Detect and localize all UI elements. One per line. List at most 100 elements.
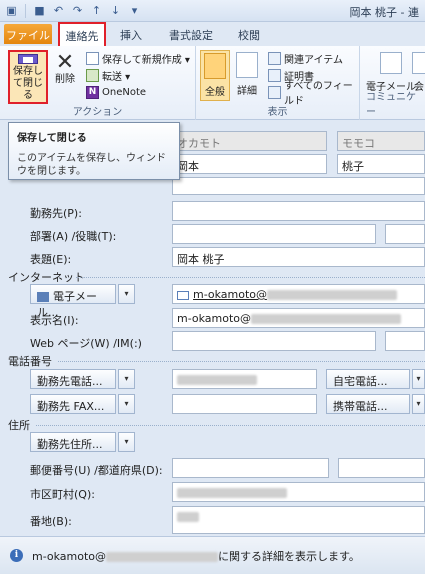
last-name-field[interactable]: 岡本 xyxy=(172,154,327,174)
email-domain-redacted xyxy=(267,290,398,300)
business-address-button[interactable]: 勤務先住所... xyxy=(30,432,116,452)
name-extra-field[interactable] xyxy=(172,177,425,195)
view-general-button[interactable]: 全般 xyxy=(200,50,230,101)
company-label: 勤務先(P): xyxy=(30,207,82,220)
street-field[interactable] xyxy=(172,506,425,534)
display-name-label: 表示名(I): xyxy=(30,314,79,327)
onenote-icon: N xyxy=(86,85,99,99)
status-suffix: に関する詳細を表示します。 xyxy=(218,550,360,563)
all-fields-icon xyxy=(268,85,281,99)
tooltip-body: このアイテムを保存し、ウィンドウを閉じます。 xyxy=(17,153,166,177)
home-phone-button[interactable]: 自宅電話... xyxy=(326,369,410,389)
street-label: 番地(B): xyxy=(30,515,72,528)
company-field[interactable] xyxy=(172,201,425,221)
save-and-close-button[interactable]: 保存して閉じる xyxy=(8,50,48,104)
postal-code-field[interactable] xyxy=(172,458,329,478)
customize-qat-icon[interactable]: ▾ xyxy=(127,3,142,18)
tooltip-title: 保存して閉じる xyxy=(17,133,87,144)
city-redacted xyxy=(177,488,287,498)
web-page-label: Web ページ(W) /IM(:) xyxy=(30,337,142,350)
up-arrow-icon[interactable]: ↑ xyxy=(89,3,104,18)
business-fax-dropdown-arrow[interactable]: ▾ xyxy=(118,394,135,414)
redo-icon[interactable]: ↷ xyxy=(70,3,85,18)
business-fax-button[interactable]: 勤務先 FAX... xyxy=(30,394,116,414)
business-phone-button[interactable]: 勤務先電話... xyxy=(30,369,116,389)
view-details-label: 詳細 xyxy=(237,86,257,97)
view-general-label: 全般 xyxy=(205,87,225,98)
address-card-icon xyxy=(37,292,49,302)
details-icon xyxy=(236,52,258,78)
email-dropdown-arrow[interactable]: ▾ xyxy=(118,284,135,304)
down-arrow-icon[interactable]: ↓ xyxy=(108,3,123,18)
business-fax-field[interactable] xyxy=(172,394,317,414)
mobile-phone-dropdown-arrow[interactable]: ▾ xyxy=(412,394,425,414)
street-redacted xyxy=(177,512,199,522)
group-view-label: 表示 xyxy=(267,107,288,118)
tab-insert[interactable]: 挿入 xyxy=(112,24,150,44)
view-details-button[interactable]: 詳細 xyxy=(236,52,258,97)
group-communicate-label: コミュニケー xyxy=(366,92,416,118)
mail-icon xyxy=(177,290,189,300)
postal-code-label: 郵便番号(U) /都道府県(D): xyxy=(30,464,163,477)
home-phone-dropdown-arrow[interactable]: ▾ xyxy=(412,369,425,389)
save-close-label: 保存して閉じる xyxy=(13,66,43,101)
app-menu-icon[interactable]: ▣ xyxy=(4,3,19,18)
qat-separator xyxy=(25,3,26,18)
related-label: 関連アイテム xyxy=(284,54,343,66)
business-address-dropdown-arrow[interactable]: ▾ xyxy=(118,432,135,452)
section-internet-divider xyxy=(76,277,425,278)
meeting-button[interactable]: 会 xyxy=(412,52,425,93)
file-as-field[interactable]: 岡本 桃子 xyxy=(172,247,425,267)
forward-label: 転送 ▾ xyxy=(102,71,131,83)
section-phone: 電話番号 xyxy=(8,355,52,368)
email-icon xyxy=(380,52,402,74)
related-items-button[interactable]: 関連アイテム xyxy=(268,50,343,66)
delete-label: 削除 xyxy=(55,74,75,85)
save-and-new-button[interactable]: 保存して新規作成 ▾ xyxy=(86,50,190,66)
display-name-redacted xyxy=(251,314,402,324)
delete-button[interactable]: ✕ 削除 xyxy=(52,52,78,86)
section-internet: インターネット xyxy=(8,271,85,284)
group-view: 全般 詳細 関連アイテム 証明書 すべてのフィールド 表示 xyxy=(196,46,360,120)
job-title-field[interactable] xyxy=(385,224,425,244)
undo-icon[interactable]: ↶ xyxy=(51,3,66,18)
business-phone-redacted xyxy=(177,375,257,385)
email-field[interactable]: m-okamoto@ xyxy=(172,284,425,304)
department-label: 部署(A) /役職(T): xyxy=(30,230,117,243)
department-field[interactable] xyxy=(172,224,376,244)
status-bar: i m-okamoto@ に関する詳細を表示します。 xyxy=(0,536,425,574)
tab-file[interactable]: ファイル xyxy=(4,24,52,44)
prefecture-field[interactable] xyxy=(338,458,425,478)
save-new-icon xyxy=(86,51,99,65)
onenote-button[interactable]: N OneNote xyxy=(86,84,146,100)
first-name-field[interactable]: 桃子 xyxy=(337,154,425,174)
im-address-field[interactable] xyxy=(385,331,425,351)
furigana-last-field[interactable]: オカモト xyxy=(172,131,327,151)
group-actions-label: アクション xyxy=(72,107,123,118)
group-actions: 保存して閉じる ✕ 削除 保存して新規作成 ▾ 転送 ▾ N OneNote ア… xyxy=(0,46,196,120)
city-field[interactable] xyxy=(172,482,425,502)
business-phone-field[interactable] xyxy=(172,369,317,389)
save-new-label: 保存して新規作成 ▾ xyxy=(102,54,190,66)
delete-icon: ✕ xyxy=(55,50,75,75)
section-phone-divider xyxy=(58,361,425,362)
tab-review[interactable]: 校閲 xyxy=(228,24,270,44)
save-icon[interactable]: ■ xyxy=(32,3,47,18)
business-phone-dropdown-arrow[interactable]: ▾ xyxy=(118,369,135,389)
mobile-phone-button[interactable]: 携帯電話... xyxy=(326,394,410,414)
tab-format-text[interactable]: 書式設定 xyxy=(158,24,224,44)
save-close-tooltip: 保存して閉じる このアイテムを保存し、ウィンドウを閉じます。 xyxy=(8,122,180,180)
email-type-button[interactable]: 電子メール... xyxy=(30,284,116,319)
ribbon: 保存して閉じる ✕ 削除 保存して新規作成 ▾ 転送 ▾ N OneNote ア… xyxy=(0,46,425,120)
all-fields-button[interactable]: すべてのフィールド xyxy=(268,81,359,107)
contact-form: オカモト モモコ 岡本 桃子 勤務先(P): 部署(A) /役職(T): 表題(… xyxy=(0,121,425,536)
display-name-value: m-okamoto@ xyxy=(177,312,252,325)
web-page-field[interactable] xyxy=(172,331,376,351)
onenote-label: OneNote xyxy=(102,86,147,98)
tab-contact[interactable]: 連絡先 xyxy=(58,22,106,46)
forward-button[interactable]: 転送 ▾ xyxy=(86,67,130,83)
certificate-icon xyxy=(268,68,281,82)
display-name-field[interactable]: m-okamoto@ xyxy=(172,308,425,328)
furigana-first-field[interactable]: モモコ xyxy=(337,131,425,151)
email-button[interactable]: 電子メール xyxy=(366,52,416,93)
